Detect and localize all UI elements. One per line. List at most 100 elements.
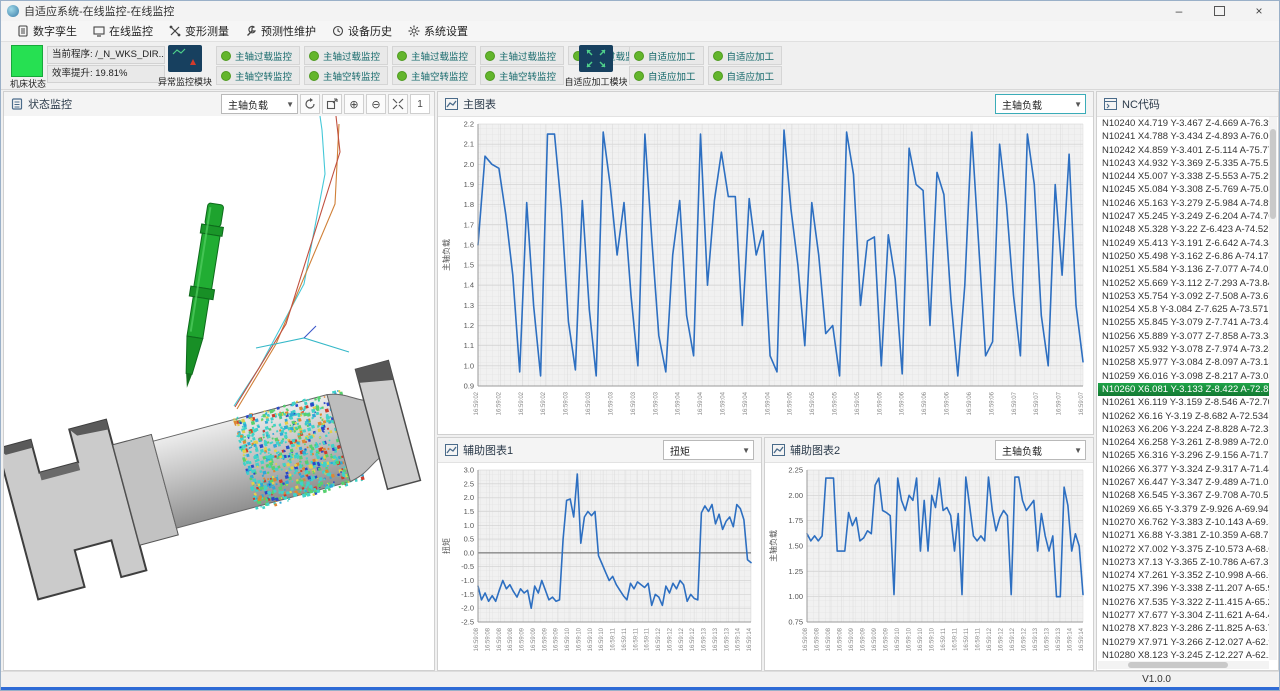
left-signal-dropdown[interactable]: 主轴负载▼ [221, 94, 298, 114]
svg-text:16:59:10: 16:59:10 [895, 627, 901, 651]
nc-line[interactable]: N10252 X5.669 Y-3.112 Z-7.293 A-73.844 [1098, 277, 1269, 290]
nc-line[interactable]: N10271 X6.88 Y-3.381 Z-10.359 A-68.711 [1098, 529, 1269, 542]
main-chart-title: 主图表 [463, 96, 496, 112]
nc-line[interactable]: N10277 X7.677 Y-3.304 Z-11.621 A-64.48 [1098, 609, 1269, 622]
spindle-idle-monitor-button-3[interactable]: 主轴空转监控 [392, 66, 476, 85]
svg-text:16:59:10: 16:59:10 [918, 627, 924, 651]
nc-line[interactable]: N10247 X5.245 Y-3.249 Z-6.204 A-74.701 [1098, 210, 1269, 223]
menu-item-online-monitor[interactable]: 在线监控 [85, 21, 161, 41]
menu-item-device-history[interactable]: 设备历史 [324, 21, 400, 41]
nc-horizontal-scrollbar[interactable] [1098, 661, 1269, 669]
nc-line[interactable]: N10241 X4.788 Y-3.434 Z-4.893 A-76.062 [1098, 130, 1269, 143]
svg-text:16:59:03: 16:59:03 [586, 391, 592, 415]
machine-3d-viewport[interactable] [4, 116, 434, 670]
main-chart-signal-dropdown[interactable]: 主轴负载▼ [995, 94, 1086, 114]
spindle-overload-monitor-button-4[interactable]: 主轴过载监控 [480, 46, 564, 65]
view-orbit-button[interactable] [300, 94, 320, 114]
status-dot-icon [634, 51, 644, 61]
nc-line[interactable]: N10278 X7.823 Y-3.286 Z-11.825 A-63.73 [1098, 622, 1269, 635]
zoom-out-button[interactable]: ⊖ [366, 94, 386, 114]
digital-twin-icon [17, 25, 29, 37]
adaptive-machining-button-b-1[interactable]: 自适应加工 [629, 66, 704, 85]
spindle-idle-monitor-button-4[interactable]: 主轴空转监控 [480, 66, 564, 85]
menu-item-system-settings[interactable]: 系统设置 [400, 21, 476, 41]
fit-view-button[interactable] [388, 94, 408, 114]
nc-line[interactable]: N10261 X6.119 Y-3.159 Z-8.546 A-72.701 [1098, 396, 1269, 409]
nc-line[interactable]: N10274 X7.261 Y-3.352 Z-10.998 A-66.67 [1098, 569, 1269, 582]
nc-line-current[interactable]: N10260 X6.081 Y-3.133 Z-8.422 A-72.835 [1098, 383, 1269, 396]
nc-line[interactable]: N10279 X7.971 Y-3.266 Z-12.027 A-62.98 [1098, 636, 1269, 649]
nc-vertical-scrollbar[interactable] [1269, 117, 1277, 660]
svg-text:1.8: 1.8 [464, 200, 474, 209]
spindle-idle-monitor-button-2[interactable]: 主轴空转监控 [304, 66, 388, 85]
adaptive-machining-button-2[interactable]: 自适应加工 [708, 46, 783, 65]
nc-code-list[interactable]: N10240 X4.719 Y-3.467 Z-4.669 A-76.396N1… [1098, 117, 1269, 660]
nc-line[interactable]: N10265 X6.316 Y-3.296 Z-9.156 A-71.771 [1098, 449, 1269, 462]
nc-line[interactable]: N10275 X7.396 Y-3.338 Z-11.207 A-65.95 [1098, 582, 1269, 595]
nc-line[interactable]: N10248 X5.328 Y-3.22 Z-6.423 A-74.52 C [1098, 223, 1269, 236]
aux-chart2-signal-dropdown[interactable]: 主轴负载▼ [995, 440, 1086, 460]
nc-line[interactable]: N10250 X5.498 Y-3.162 Z-6.86 A-74.178 C [1098, 250, 1269, 263]
aux-chart1-signal-dropdown[interactable]: 扭矩▼ [663, 440, 754, 460]
spindle-overload-monitor-button-1[interactable]: 主轴过载监控 [216, 46, 300, 65]
nc-line[interactable]: N10244 X5.007 Y-3.338 Z-5.553 A-75.297 [1098, 170, 1269, 183]
nc-line[interactable]: N10262 X6.16 Y-3.19 Z-8.682 A-72.534 C [1098, 410, 1269, 423]
spindle-idle-monitor-button-1[interactable]: 主轴空转监控 [216, 66, 300, 85]
nc-line[interactable]: N10267 X6.447 Y-3.347 Z-9.489 A-71.055 [1098, 476, 1269, 489]
nc-line[interactable]: N10258 X5.977 Y-3.084 Z-8.097 A-73.138 [1098, 356, 1269, 369]
spindle-overload-monitor-button-2[interactable]: 主轴过载监控 [304, 46, 388, 65]
nc-line[interactable]: N10256 X5.889 Y-3.077 Z-7.858 A-73.348 [1098, 330, 1269, 343]
view-scale-indicator[interactable]: 1 [410, 94, 430, 114]
menu-item-digital-twin[interactable]: 数字孪生 [9, 21, 85, 41]
adaptive-machining-module-icon[interactable] [579, 45, 613, 72]
svg-text:16:59:02: 16:59:02 [496, 391, 502, 415]
nc-line[interactable]: N10273 X7.13 Y-3.365 Z-10.786 A-67.372 [1098, 556, 1269, 569]
nc-line[interactable]: N10276 X7.535 Y-3.322 Z-11.415 A-65.22 [1098, 596, 1269, 609]
svg-text:1.4: 1.4 [464, 281, 474, 290]
svg-text:16:59:03: 16:59:03 [653, 391, 659, 415]
nc-line[interactable]: N10253 X5.754 Y-3.092 Z-7.508 A-73.677 [1098, 290, 1269, 303]
minimize-button[interactable]: – [1159, 1, 1199, 21]
chevron-down-icon: ▼ [742, 446, 750, 455]
svg-text:16:59:11: 16:59:11 [941, 627, 947, 651]
svg-text:16:59:08: 16:59:08 [485, 627, 491, 651]
nc-line[interactable]: N10254 X5.8 Y-3.084 Z-7.625 A-73.571 C [1098, 303, 1269, 316]
menu-item-deformation-measure[interactable]: 变形测量 [161, 21, 237, 41]
nc-line[interactable]: N10268 X6.545 Y-3.367 Z-9.708 A-70.519 [1098, 489, 1269, 502]
zoom-in-button[interactable]: ⊕ [344, 94, 364, 114]
aux-chart2[interactable]: 0.751.001.251.501.752.002.2516:59:0816:5… [765, 462, 1093, 670]
nc-line[interactable]: N10249 X5.413 Y-3.191 Z-6.642 A-74.346 [1098, 237, 1269, 250]
nc-line[interactable]: N10243 X4.932 Y-3.369 Z-5.335 A-75.523 [1098, 157, 1269, 170]
nc-line[interactable]: N10251 X5.584 Y-3.136 Z-7.077 A-74.012 [1098, 263, 1269, 276]
nc-line[interactable]: N10264 X6.258 Y-3.261 Z-8.989 A-72.072 [1098, 436, 1269, 449]
svg-text:16:59:11: 16:59:11 [953, 627, 959, 651]
nc-line[interactable]: N10257 X5.932 Y-3.078 Z-7.974 A-73.243 [1098, 343, 1269, 356]
svg-text:16:59:10: 16:59:10 [565, 627, 571, 651]
maximize-button[interactable] [1199, 1, 1239, 21]
svg-text:16:59:06: 16:59:06 [945, 391, 951, 415]
nc-line[interactable]: N10269 X6.65 Y-3.379 Z-9.926 A-69.947 C [1098, 503, 1269, 516]
menu-item-predictive-maintenance[interactable]: 预测性维护 [237, 21, 324, 41]
adaptive-machining-button-1[interactable]: 自适应加工 [629, 46, 704, 65]
nc-line[interactable]: N10255 X5.845 Y-3.079 Z-7.741 A-73.458 [1098, 316, 1269, 329]
nc-line[interactable]: N10263 X6.206 Y-3.224 Z-8.828 A-72.33 C [1098, 423, 1269, 436]
nc-line[interactable]: N10270 X6.762 Y-3.383 Z-10.143 A-69.34 [1098, 516, 1269, 529]
abnormal-monitor-module-icon[interactable] [168, 45, 202, 72]
adaptive-machining-button-b-2[interactable]: 自适应加工 [708, 66, 783, 85]
nc-line[interactable]: N10266 X6.377 Y-3.324 Z-9.317 A-71.443 [1098, 463, 1269, 476]
nc-line[interactable]: N10259 X6.016 Y-3.098 Z-8.217 A-73.036 [1098, 370, 1269, 383]
nc-line[interactable]: N10245 X5.084 Y-3.308 Z-5.769 A-75.088 [1098, 183, 1269, 196]
nc-line[interactable]: N10280 X8.123 Y-3.245 Z-12.227 A-62.23 [1098, 649, 1269, 660]
close-button[interactable]: × [1239, 1, 1279, 21]
view-pan-button[interactable] [322, 94, 342, 114]
nc-line[interactable]: N10272 X7.002 Y-3.375 Z-10.573 A-68.05 [1098, 543, 1269, 556]
nc-line[interactable]: N10240 X4.719 Y-3.467 Z-4.669 A-76.396 [1098, 117, 1269, 130]
spindle-overload-monitor-button-3[interactable]: 主轴过载监控 [392, 46, 476, 65]
svg-text:16:59:07: 16:59:07 [1079, 391, 1085, 415]
nc-line[interactable]: N10242 X4.859 Y-3.401 Z-5.114 A-75.775 [1098, 144, 1269, 157]
main-chart[interactable]: 0.91.01.11.21.31.41.51.61.71.81.92.02.12… [438, 116, 1093, 434]
aux-chart1[interactable]: -2.5-2.0-1.5-1.0-0.50.00.51.01.52.02.53.… [438, 462, 761, 670]
svg-text:16:59:05: 16:59:05 [833, 391, 839, 415]
svg-text:16:59:08: 16:59:08 [838, 627, 844, 651]
nc-line[interactable]: N10246 X5.163 Y-3.279 Z-5.984 A-74.892 [1098, 197, 1269, 210]
